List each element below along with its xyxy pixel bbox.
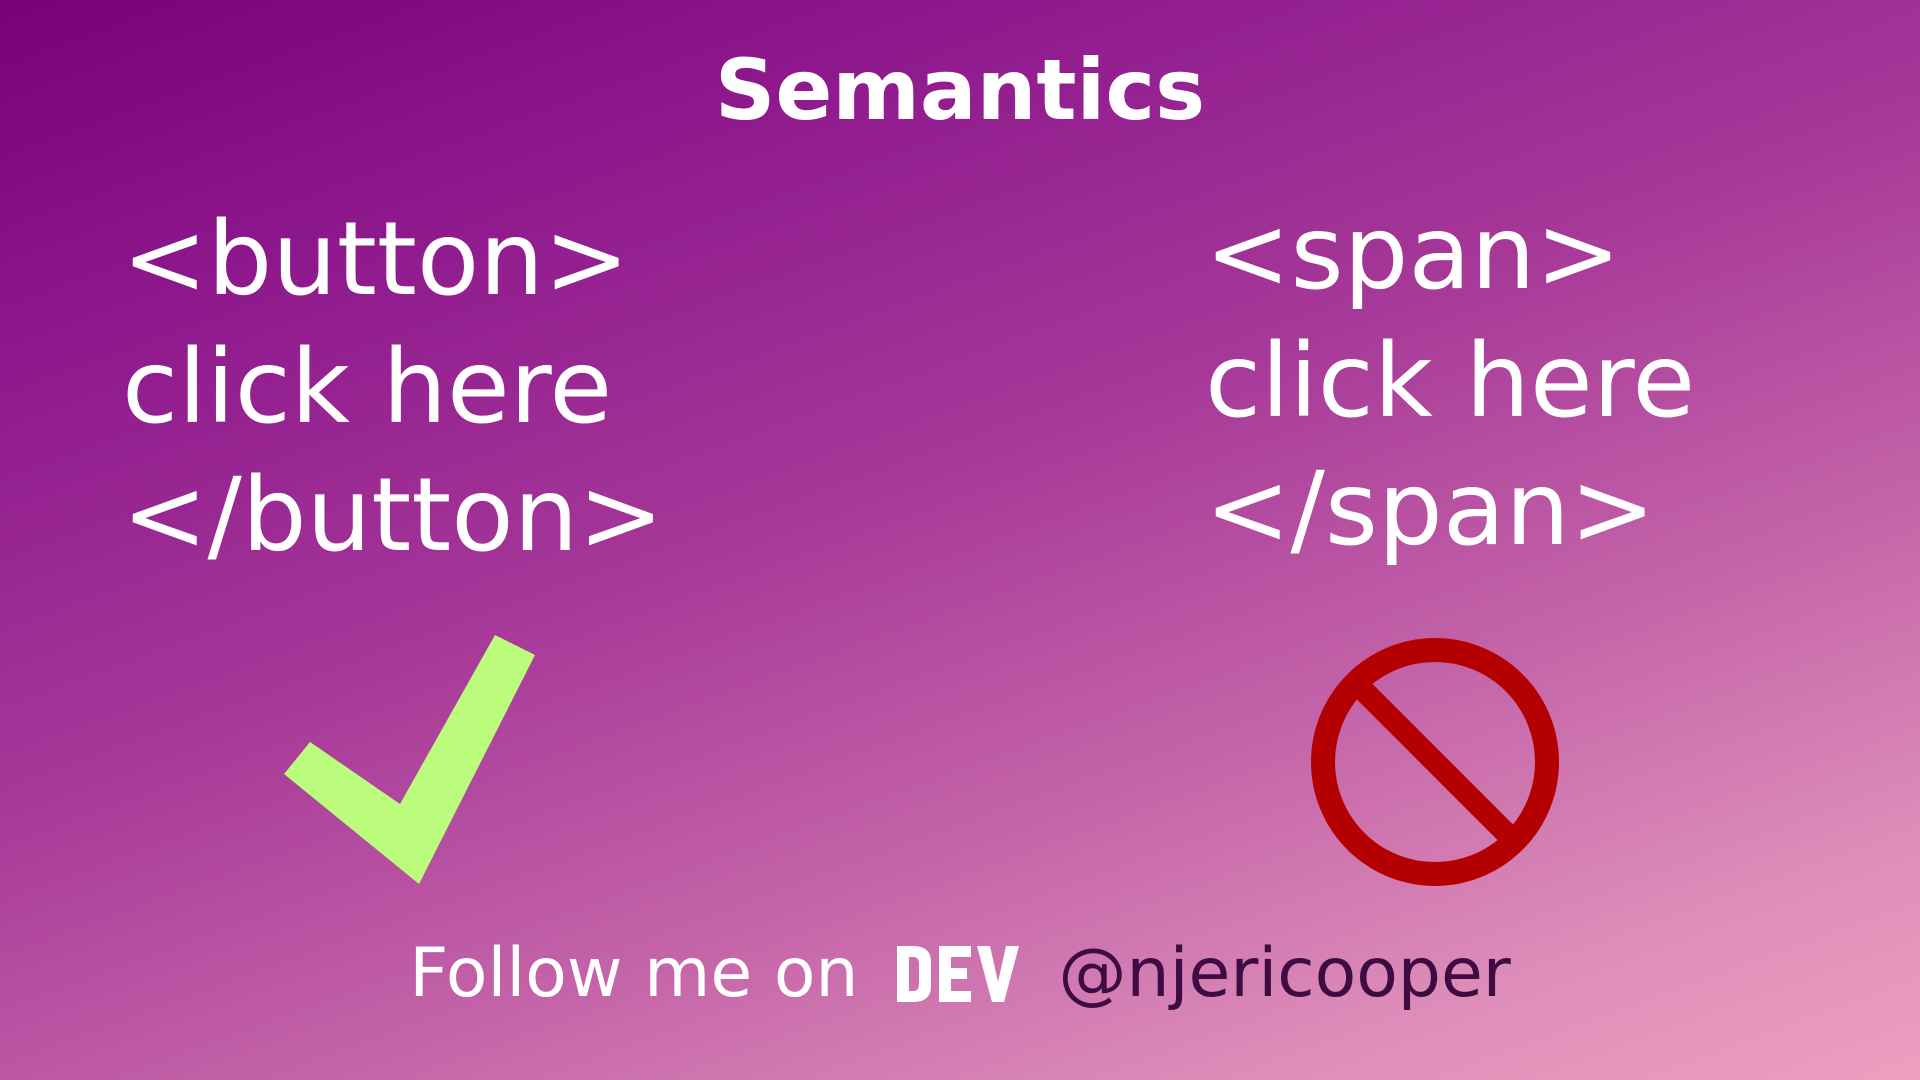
check-icon	[284, 635, 535, 884]
handle[interactable]: @njericooper	[1059, 940, 1511, 1008]
button-text: click here	[122, 328, 613, 447]
no-icon	[1311, 638, 1559, 886]
span-example: <span> click here </span>	[1205, 190, 1695, 574]
span-text: click here	[1205, 322, 1696, 441]
dev-logo[interactable]	[895, 942, 1019, 1006]
button-open-tag: <button>	[122, 200, 630, 319]
span-close-tag: </span>	[1205, 450, 1656, 569]
button-example: <button> click here </button>	[122, 196, 664, 580]
slide: Semantics <button> click here </button> …	[0, 0, 1920, 1080]
span-open-tag: <span>	[1205, 194, 1621, 313]
button-close-tag: </button>	[122, 456, 664, 575]
follow-text: Follow me on	[409, 934, 859, 1013]
footer: Follow me on @njericooper	[0, 940, 1920, 1008]
slide-title: Semantics	[714, 41, 1206, 139]
